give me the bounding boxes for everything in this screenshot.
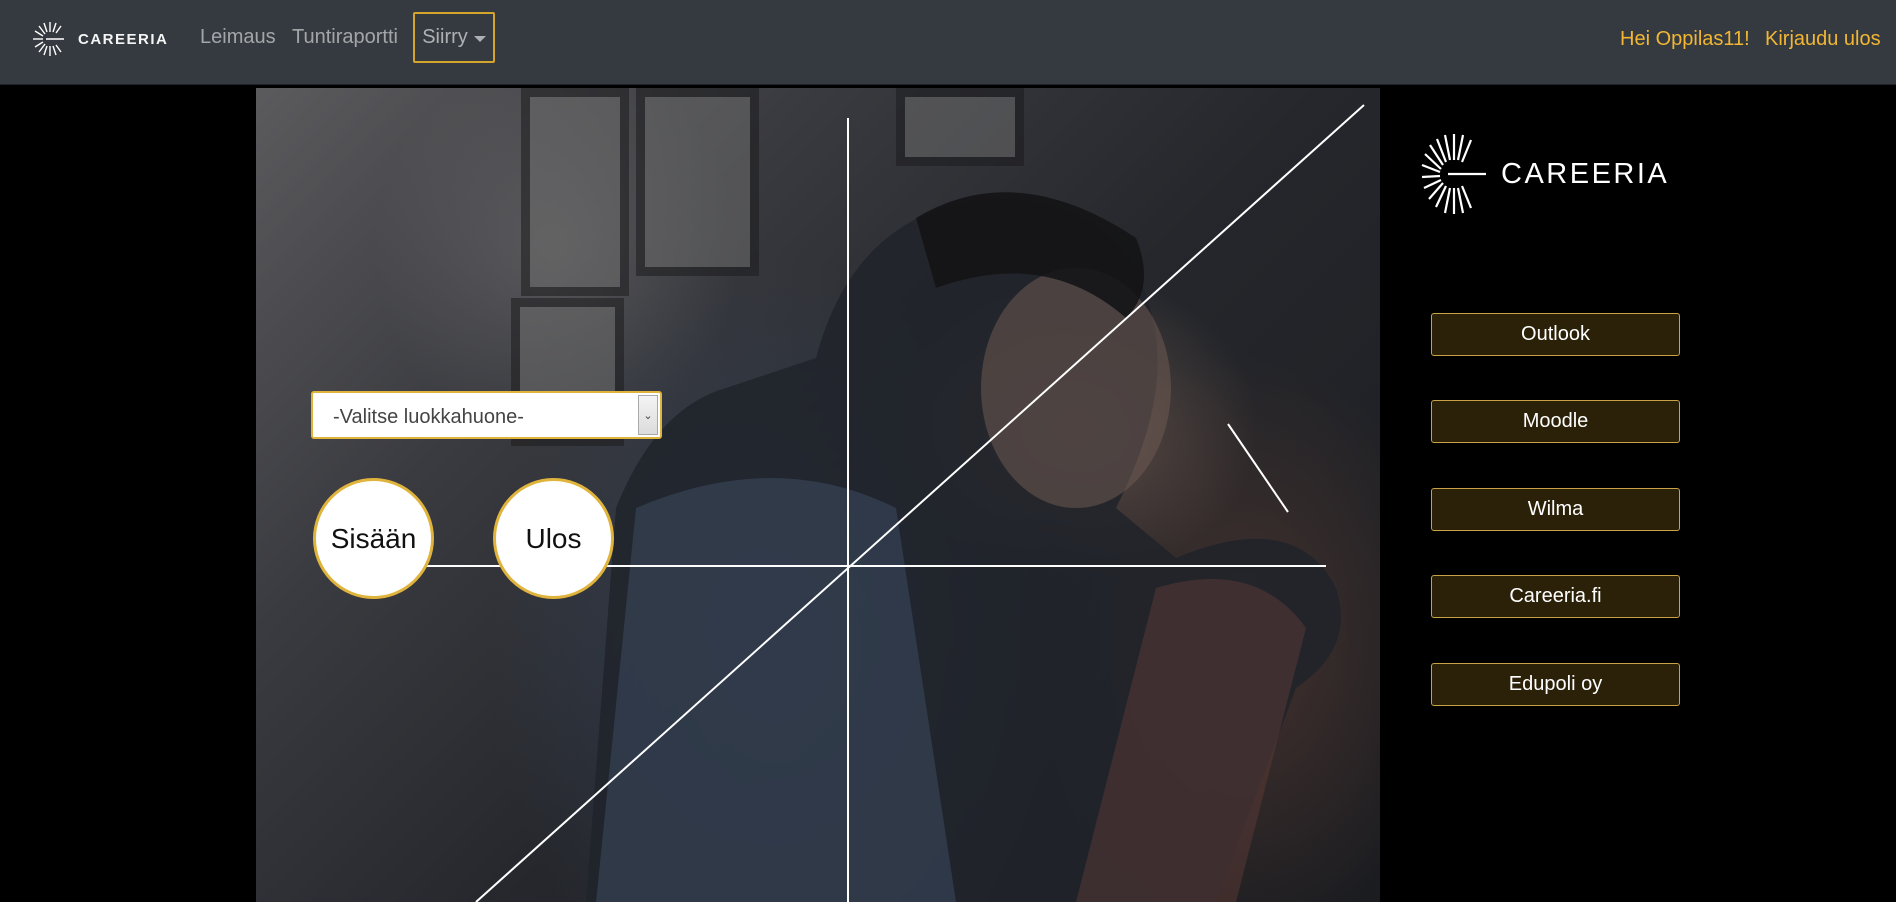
classroom-select-value: -Valitse luokkahuone- — [333, 406, 524, 428]
logout-link[interactable]: Kirjaudu ulos — [1765, 28, 1881, 51]
nav-link-tuntiraportti[interactable]: Tuntiraportti — [292, 26, 398, 49]
outlook-link-button[interactable]: Outlook — [1431, 313, 1680, 356]
sidebar-logo-text: CAREERIA — [1501, 157, 1670, 190]
hero-illustration — [370, 104, 1365, 902]
edupoli-link-button[interactable]: Edupoli oy — [1431, 663, 1680, 706]
siirry-dropdown[interactable]: Siirry — [413, 12, 495, 63]
sidebar-logo: CAREERIA — [1421, 132, 1669, 216]
check-in-label: Sisään — [330, 522, 417, 554]
check-in-button[interactable]: Sisään — [313, 478, 434, 599]
brand-logo[interactable]: CAREERIA — [32, 20, 168, 58]
hero-background-image — [256, 88, 1380, 902]
siirry-dropdown-label: Siirry — [422, 26, 468, 48]
wilma-label: Wilma — [1527, 498, 1584, 520]
edupoli-label: Edupoli oy — [1508, 673, 1603, 695]
caret-down-icon — [473, 35, 486, 42]
careeria-fi-link-button[interactable]: Careeria.fi — [1431, 575, 1680, 618]
careeria-logo-icon — [33, 22, 64, 56]
careeria-fi-label: Careeria.fi — [1509, 585, 1602, 607]
chevron-down-icon[interactable]: ⌄ — [638, 395, 658, 435]
outlook-label: Outlook — [1521, 323, 1590, 345]
moodle-link-button[interactable]: Moodle — [1431, 400, 1680, 443]
nav-link-leimaus[interactable]: Leimaus — [200, 26, 276, 49]
user-greeting[interactable]: Hei Oppilas11! — [1620, 28, 1750, 51]
classroom-select[interactable]: -Valitse luokkahuone- ⌄ — [311, 391, 662, 439]
top-navbar: CAREERIA Leimaus Tuntiraportti Siirry He… — [0, 0, 1896, 85]
careeria-logo-icon — [1421, 134, 1486, 214]
wilma-link-button[interactable]: Wilma — [1431, 488, 1680, 531]
brand-name: CAREERIA — [78, 30, 169, 48]
check-out-label: Ulos — [525, 522, 582, 554]
check-out-button[interactable]: Ulos — [493, 478, 614, 599]
moodle-label: Moodle — [1522, 410, 1589, 432]
